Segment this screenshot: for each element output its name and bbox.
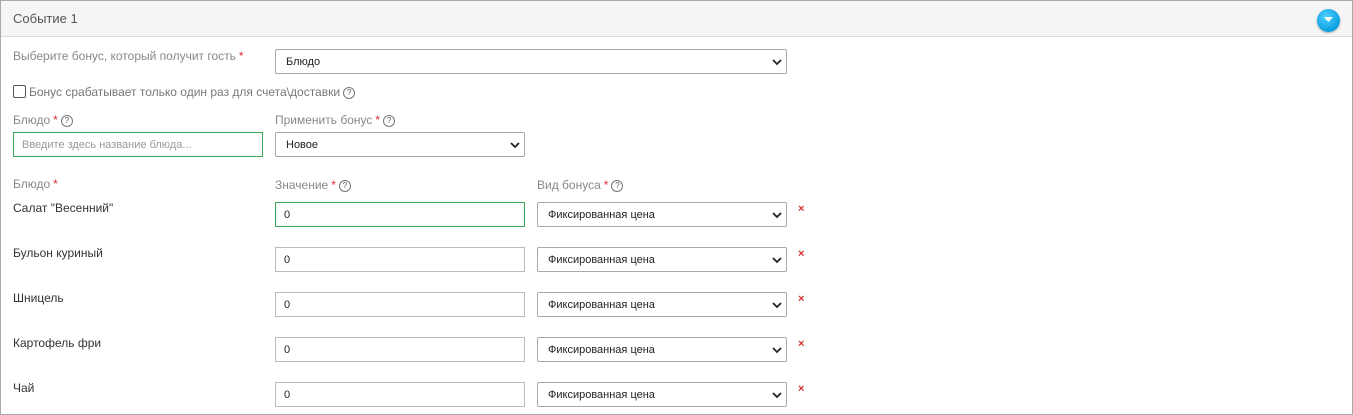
row-bonus-type-select[interactable]: Фиксированная цена xyxy=(537,337,787,362)
panel-header: Событие 1 xyxy=(1,1,1352,37)
remove-row-icon[interactable]: × xyxy=(798,293,804,305)
event-panel: Событие 1 Выберите бонус, который получи… xyxy=(0,0,1353,415)
row-value-input[interactable]: 0 xyxy=(275,337,525,362)
help-icon[interactable]: ? xyxy=(343,87,356,99)
column-header-value: Значение *? xyxy=(275,178,351,192)
apply-bonus-label: Применить бонус *? xyxy=(275,113,396,127)
once-per-check-checkbox[interactable] xyxy=(13,85,26,98)
row-value-input[interactable]: 0 xyxy=(275,202,525,227)
row-bonus-type-value: Фиксированная цена xyxy=(548,209,655,221)
dish-search-label: Блюдо *? xyxy=(13,113,73,127)
required-mark: * xyxy=(238,49,244,63)
column-header-dish-text: Блюдо xyxy=(13,177,51,191)
row-bonus-type-value: Фиксированная цена xyxy=(548,389,655,401)
apply-bonus-select[interactable]: Новое xyxy=(275,132,525,157)
help-icon[interactable]: ? xyxy=(338,180,351,192)
row-dish-name: Салат "Весенний" xyxy=(13,201,114,215)
remove-row-icon[interactable]: × xyxy=(798,203,804,215)
row-bonus-type-value: Фиксированная цена xyxy=(548,254,655,266)
chevron-down-icon xyxy=(772,302,782,309)
row-bonus-type-value: Фиксированная цена xyxy=(548,344,655,356)
remove-row-icon[interactable]: × xyxy=(798,338,804,350)
required-mark: * xyxy=(53,113,58,127)
dish-search-input[interactable]: Введите здесь название блюда... xyxy=(13,132,263,157)
row-value-text: 0 xyxy=(284,389,291,401)
required-mark: * xyxy=(375,113,381,127)
row-dish-name: Шницель xyxy=(13,291,64,305)
column-header-value-text: Значение xyxy=(275,178,329,192)
chevron-down-icon xyxy=(772,212,782,219)
row-dish-name: Чай xyxy=(13,381,35,395)
bonus-select-label: Выберите бонус, который получит гость * xyxy=(13,49,244,63)
remove-row-icon[interactable]: × xyxy=(798,248,804,260)
column-header-bonus-type: Вид бонуса *? xyxy=(537,178,624,192)
row-dish-name: Бульон куриный xyxy=(13,246,103,260)
row-value-text: 0 xyxy=(284,344,291,356)
required-mark: * xyxy=(603,178,609,192)
bonus-select[interactable]: Блюдо xyxy=(275,49,787,74)
dish-search-placeholder: Введите здесь название блюда... xyxy=(22,139,192,151)
row-value-text: 0 xyxy=(284,209,291,221)
row-bonus-type-select[interactable]: Фиксированная цена xyxy=(537,292,787,317)
bonus-select-label-text: Выберите бонус, который получит гость xyxy=(13,49,236,63)
row-bonus-type-select[interactable]: Фиксированная цена xyxy=(537,382,787,407)
dish-search-label-text: Блюдо xyxy=(13,113,51,127)
row-value-input[interactable]: 0 xyxy=(275,382,525,407)
row-bonus-type-select[interactable]: Фиксированная цена xyxy=(537,247,787,272)
chevron-down-icon xyxy=(772,59,782,66)
row-dish-name: Картофель фри xyxy=(13,336,102,350)
chevron-down-icon xyxy=(772,347,782,354)
row-value-text: 0 xyxy=(284,299,291,311)
panel-title: Событие 1 xyxy=(13,11,78,26)
row-value-input[interactable]: 0 xyxy=(275,247,525,272)
chevron-down-icon xyxy=(772,257,782,264)
row-bonus-type-select[interactable]: Фиксированная цена xyxy=(537,202,787,227)
apply-bonus-value: Новое xyxy=(286,139,319,151)
chevron-down-icon xyxy=(510,142,520,149)
once-per-check-row: Бонус срабатывает только один раз для сч… xyxy=(13,85,356,99)
column-header-dish: Блюдо * xyxy=(13,177,58,191)
help-icon[interactable]: ? xyxy=(383,115,396,127)
collapse-toggle-button[interactable] xyxy=(1317,9,1340,32)
help-icon[interactable]: ? xyxy=(611,180,624,192)
remove-row-icon[interactable]: × xyxy=(798,383,804,395)
chevron-down-icon xyxy=(1324,17,1333,22)
row-bonus-type-value: Фиксированная цена xyxy=(548,299,655,311)
help-icon[interactable]: ? xyxy=(60,115,73,127)
row-value-input[interactable]: 0 xyxy=(275,292,525,317)
column-header-bonus-type-text: Вид бонуса xyxy=(537,178,601,192)
row-value-text: 0 xyxy=(284,254,291,266)
bonus-select-value: Блюдо xyxy=(286,56,321,68)
once-per-check-label: Бонус срабатывает только один раз для сч… xyxy=(29,85,341,99)
required-mark: * xyxy=(53,177,58,191)
chevron-down-icon xyxy=(772,392,782,399)
required-mark: * xyxy=(331,178,336,192)
apply-bonus-label-text: Применить бонус xyxy=(275,113,373,127)
